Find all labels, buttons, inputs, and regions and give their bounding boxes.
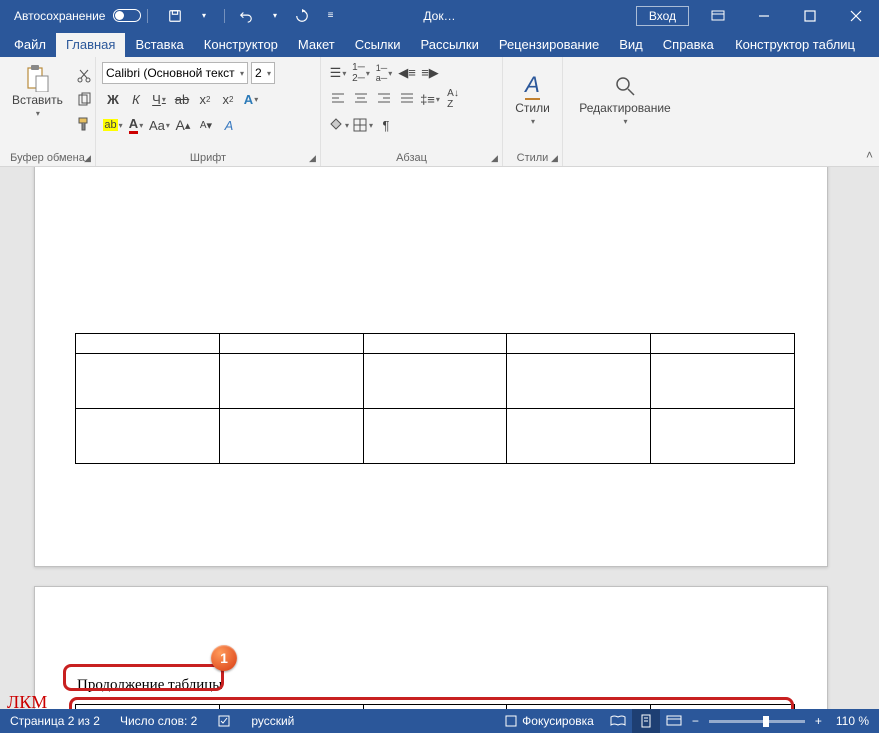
copy-icon[interactable]	[73, 89, 95, 111]
status-proofing-icon[interactable]	[207, 709, 241, 733]
paste-button[interactable]: Вставить ▾	[6, 61, 69, 122]
tab-layout[interactable]: Макет	[288, 33, 345, 57]
zoom-in-button[interactable]: +	[811, 709, 826, 733]
tab-table-design[interactable]: Конструктор таблиц	[725, 33, 865, 57]
font-launcher[interactable]: ◢	[306, 152, 319, 165]
bold-button[interactable]: Ж	[102, 88, 124, 110]
styles-button[interactable]: A Стили ▾	[509, 61, 556, 137]
web-layout-icon[interactable]	[660, 709, 688, 733]
tab-file[interactable]: Файл	[4, 33, 56, 57]
zoom-level[interactable]: 110 %	[826, 709, 879, 733]
align-center-button[interactable]	[350, 88, 372, 110]
callout-row	[69, 697, 794, 709]
italic-button[interactable]: К	[125, 88, 147, 110]
page-1	[34, 167, 828, 567]
tab-mailings[interactable]: Рассылки	[410, 33, 488, 57]
cut-icon[interactable]	[73, 65, 95, 87]
superscript-button[interactable]: x2	[217, 88, 239, 110]
highlight-color-button[interactable]: ab▾	[102, 114, 124, 136]
tab-insert[interactable]: Вставка	[125, 33, 193, 57]
maximize-icon[interactable]	[787, 0, 833, 31]
tab-review[interactable]: Рецензирование	[489, 33, 609, 57]
autosave-section: Автосохранение	[14, 9, 141, 23]
bullets-button[interactable]: ☰▾	[327, 62, 349, 84]
group-editing: Редактирование ▾	[563, 57, 687, 166]
sort-button[interactable]: A↓Z	[442, 88, 464, 110]
clipboard-launcher[interactable]: ◢	[81, 152, 94, 165]
tab-design[interactable]: Конструктор	[194, 33, 288, 57]
font-size-combo[interactable]: 2▾	[251, 62, 275, 84]
undo-dropdown-icon[interactable]: ▾	[261, 4, 287, 28]
titlebar: Автосохранение ▾ ▾ ≡ Док… Вход	[0, 0, 879, 31]
multilevel-button[interactable]: 1─ a─▾	[373, 62, 395, 84]
text-effects-button[interactable]: A▾	[240, 88, 262, 110]
redo-icon[interactable]	[289, 4, 315, 28]
quick-access-toolbar: ▾ ▾ ≡	[162, 4, 343, 28]
save-dropdown-icon[interactable]: ▾	[190, 4, 216, 28]
shading-button[interactable]: ▾	[327, 114, 350, 136]
save-icon[interactable]	[162, 4, 188, 28]
group-styles: A Стили ▾ Стили ◢	[503, 57, 563, 166]
login-button[interactable]: Вход	[636, 6, 689, 26]
styles-launcher[interactable]: ◢	[548, 152, 561, 165]
ribbon: Вставить ▾ Буфер обмена ◢ Calibri (Основ…	[0, 57, 879, 167]
minimize-icon[interactable]	[741, 0, 787, 31]
ribbon-tabs: Файл Главная Вставка Конструктор Макет С…	[0, 31, 879, 57]
annotation-lkm: ЛКМ	[7, 692, 47, 709]
print-layout-icon[interactable]	[632, 709, 660, 733]
align-left-button[interactable]	[327, 88, 349, 110]
underline-button[interactable]: Ч▾	[148, 88, 170, 110]
font-color-button[interactable]: A▾	[125, 114, 147, 136]
grow-font-button[interactable]: A▴	[172, 114, 194, 136]
autosave-label: Автосохранение	[14, 9, 105, 23]
tab-home[interactable]: Главная	[56, 33, 125, 57]
focus-mode-button[interactable]: Фокусировка	[494, 709, 604, 733]
shrink-font-button[interactable]: A▾	[195, 114, 217, 136]
qat-more-icon[interactable]: ≡	[317, 4, 343, 28]
tab-help[interactable]: Справка	[653, 33, 724, 57]
change-case-button[interactable]: Aa▾	[148, 114, 171, 136]
status-language[interactable]: русский	[241, 709, 304, 733]
callout-caption	[63, 664, 224, 691]
numbering-button[interactable]: 1─2─▾	[350, 62, 372, 84]
group-font-label: Шрифт	[102, 150, 314, 166]
badge-1: 1	[211, 645, 237, 671]
align-right-button[interactable]	[373, 88, 395, 110]
group-paragraph-label: Абзац	[327, 150, 496, 166]
zoom-out-button[interactable]: −	[688, 709, 703, 733]
group-clipboard: Вставить ▾ Буфер обмена ◢	[0, 57, 96, 166]
format-painter-icon[interactable]	[73, 113, 95, 135]
subscript-button[interactable]: x2	[194, 88, 216, 110]
line-spacing-button[interactable]: ‡≡▾	[419, 88, 441, 110]
close-icon[interactable]	[833, 0, 879, 31]
font-name-combo[interactable]: Calibri (Основной текст▾	[102, 62, 248, 84]
read-mode-icon[interactable]	[604, 709, 632, 733]
justify-button[interactable]	[396, 88, 418, 110]
document-area[interactable]: Продолжение таблицы ЛКМ Ctrl + X 1 2 3	[0, 167, 879, 709]
editing-button[interactable]: Редактирование ▾	[569, 61, 681, 137]
clear-format-button[interactable]: A	[218, 114, 240, 136]
status-bar: Страница 2 из 2 Число слов: 2 русский Фо…	[0, 709, 879, 733]
group-clipboard-label: Буфер обмена	[6, 150, 89, 166]
document-title: Док…	[423, 9, 455, 23]
table-1[interactable]	[75, 333, 795, 464]
undo-icon[interactable]	[233, 4, 259, 28]
decrease-indent-button[interactable]: ◀≡	[396, 62, 418, 84]
zoom-slider[interactable]	[709, 720, 805, 723]
tab-references[interactable]: Ссылки	[345, 33, 411, 57]
status-words[interactable]: Число слов: 2	[110, 709, 207, 733]
strike-button[interactable]: ab	[171, 88, 193, 110]
tab-view[interactable]: Вид	[609, 33, 653, 57]
autosave-toggle[interactable]	[113, 9, 141, 22]
ribbon-display-icon[interactable]	[695, 0, 741, 31]
group-font: Calibri (Основной текст▾ 2▾ Ж К Ч▾ ab x2…	[96, 57, 321, 166]
increase-indent-button[interactable]: ≡▶	[419, 62, 441, 84]
borders-button[interactable]: ▾	[351, 114, 374, 136]
show-marks-button[interactable]: ¶	[375, 114, 397, 136]
collapse-ribbon-icon[interactable]: ˄	[866, 148, 873, 162]
group-paragraph: ☰▾ 1─2─▾ 1─ a─▾ ◀≡ ≡▶ ‡≡▾ A↓Z ▾ ▾ ¶ Абза…	[321, 57, 503, 166]
status-page[interactable]: Страница 2 из 2	[0, 709, 110, 733]
paragraph-launcher[interactable]: ◢	[488, 152, 501, 165]
